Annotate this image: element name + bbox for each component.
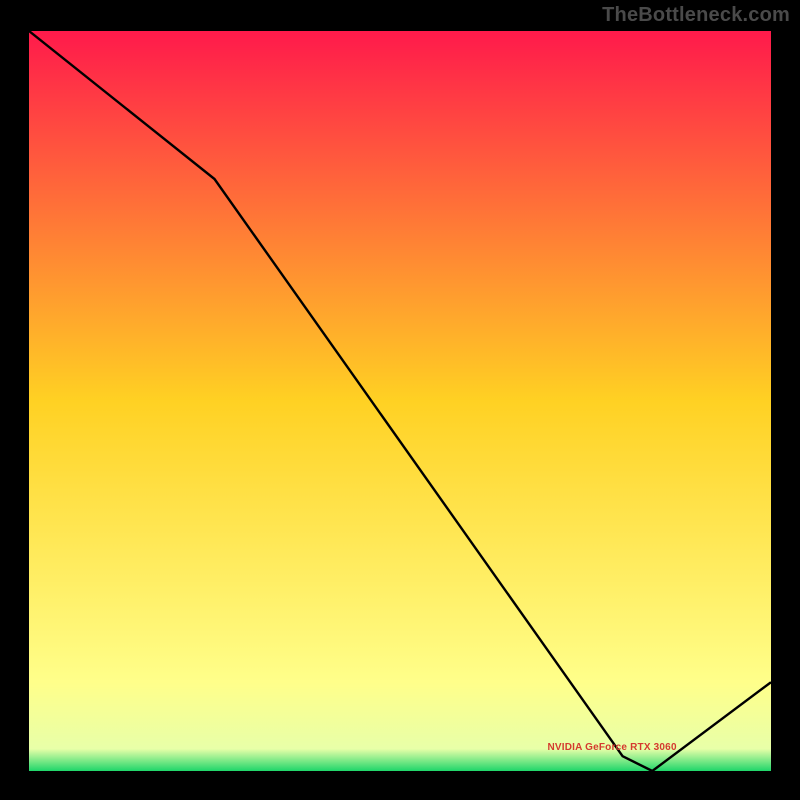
watermark-text: TheBottleneck.com xyxy=(602,4,790,27)
plot-area: NVIDIA GeForce RTX 3060 xyxy=(26,28,774,774)
chart-frame: TheBottleneck.com NVIDIA GeForce RTX 306… xyxy=(0,0,800,800)
chart-svg xyxy=(29,31,771,771)
gradient-background xyxy=(29,31,771,771)
gpu-annotation-label: NVIDIA GeForce RTX 3060 xyxy=(547,742,676,753)
